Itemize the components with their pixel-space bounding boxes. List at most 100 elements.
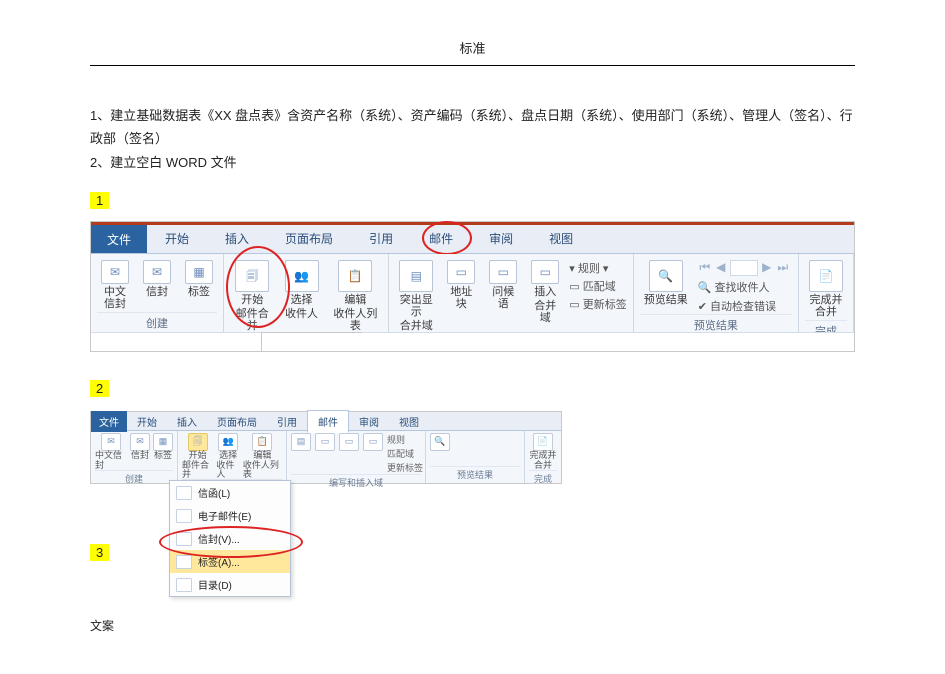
recipients-icon: 👥 bbox=[285, 260, 319, 292]
btn-finish-merge[interactable]: 📄 完成并合并 bbox=[805, 258, 847, 320]
group-write-insert-fields: ▤ 突出显示 合并域 ▭ 地址块 ▭ 问候语 ▭ 插入 bbox=[389, 254, 633, 332]
group-create: ✉中文信封 ✉信封 ▦标签 创建 bbox=[91, 431, 178, 483]
group-write-insert-fields: ▤ ▭ ▭ ▭ 规则 匹配域 更新标签 编写和插入域 bbox=[287, 431, 426, 483]
opt-match-fields[interactable]: ▭ 匹配域 bbox=[569, 278, 626, 294]
btn-select-recipients[interactable]: 👥 选择 收件人 bbox=[281, 258, 323, 334]
btn-labels[interactable]: ▦ 标签 bbox=[181, 258, 217, 312]
tab-review[interactable]: 审阅 bbox=[349, 411, 389, 432]
word-ribbon-small: 文件 开始 插入 页面布局 引用 邮件 审阅 视图 ✉中文信封 ✉信封 ▦标签 … bbox=[90, 411, 562, 484]
tab-home[interactable]: 开始 bbox=[127, 411, 167, 432]
btn-highlight-merge-fields[interactable]: ▤ 突出显示 合并域 bbox=[395, 258, 437, 334]
btn-highlight-merge-fields[interactable]: ▤ bbox=[291, 433, 311, 451]
doc-area-top bbox=[91, 332, 854, 351]
menu-item-directory[interactable]: 目录(D) bbox=[170, 573, 290, 596]
btn-label: 中文信封 bbox=[101, 286, 129, 310]
greeting-icon: ▭ bbox=[489, 260, 517, 284]
btn-label: 突出显示 bbox=[399, 294, 433, 318]
envelope-icon: ✉ bbox=[130, 433, 150, 451]
btn-label: 邮件合并 bbox=[234, 308, 271, 332]
tab-file[interactable]: 文件 bbox=[91, 225, 147, 253]
menu-item-letters[interactable]: 信函(L) bbox=[170, 481, 290, 504]
menu-item-envelopes[interactable]: 信封(V)... bbox=[170, 527, 290, 550]
nav-first-icon[interactable]: ⏮ bbox=[698, 260, 712, 274]
opt-update-labels[interactable]: 更新标签 bbox=[387, 461, 423, 474]
nav-next-icon[interactable]: ▶ bbox=[760, 260, 774, 274]
nav-prev-icon[interactable]: ◀ bbox=[714, 260, 728, 274]
btn-edit-recipient-list[interactable]: 📋 编辑 收件人列表 bbox=[329, 258, 383, 334]
tab-review[interactable]: 审阅 bbox=[471, 224, 531, 253]
opt-rules[interactable]: ▾ 规则 ▾ bbox=[569, 260, 626, 276]
btn-preview-results[interactable]: 🔍 预览结果 bbox=[640, 258, 692, 308]
btn-select-recipients[interactable]: 👥选择收件人 bbox=[216, 433, 240, 479]
btn-envelope[interactable]: ✉信封 bbox=[130, 433, 150, 470]
group-label: 创建 bbox=[95, 470, 173, 487]
tab-layout[interactable]: 页面布局 bbox=[207, 411, 267, 432]
tab-mailings[interactable]: 邮件 bbox=[307, 410, 349, 433]
btn-label: 插入 bbox=[534, 286, 556, 298]
btn-greeting-line[interactable]: ▭ 问候语 bbox=[485, 258, 521, 312]
tab-view[interactable]: 视图 bbox=[389, 411, 429, 432]
btn-label: 预览结果 bbox=[644, 294, 688, 306]
intro-line-1: 1、建立基础数据表《XX 盘点表》含资产名称（系统）、资产编码（系统）、盘点日期… bbox=[90, 104, 855, 151]
menu-item-labels[interactable]: 标签(A)... bbox=[170, 550, 290, 573]
highlight-icon: ▤ bbox=[291, 433, 311, 451]
btn-address-block[interactable]: ▭ 地址块 bbox=[443, 258, 479, 312]
btn-label: 收件人 bbox=[285, 308, 318, 320]
btn-edit-recipient-list[interactable]: 📋编辑收件人列表 bbox=[243, 433, 282, 479]
recipients-icon: 👥 bbox=[218, 433, 238, 451]
group-label: 编写和插入域 bbox=[291, 474, 421, 491]
btn-insert-merge-field[interactable]: ▭ bbox=[363, 433, 383, 451]
intro-line-2: 2、建立空白 WORD 文件 bbox=[90, 151, 855, 174]
mailmerge-icon: 🗐 bbox=[188, 433, 208, 451]
intro-block: 1、建立基础数据表《XX 盘点表》含资产名称（系统）、资产编码（系统）、盘点日期… bbox=[90, 104, 855, 174]
group-label: 完成 bbox=[529, 470, 557, 487]
opt-find-recipient[interactable]: 🔍 查找收件人 bbox=[698, 279, 790, 295]
tab-mailings[interactable]: 邮件 bbox=[411, 224, 471, 253]
highlight-icon: ▤ bbox=[399, 260, 433, 292]
btn-chinese-envelope[interactable]: ✉ 中文信封 bbox=[97, 258, 133, 312]
tab-references[interactable]: 引用 bbox=[267, 411, 307, 432]
btn-address-block[interactable]: ▭ bbox=[315, 433, 335, 451]
btn-label: 合并域 bbox=[400, 320, 433, 332]
step-marker-2: 2 bbox=[90, 380, 109, 397]
nav-last-icon[interactable]: ⏭ bbox=[776, 260, 790, 274]
menu-item-email[interactable]: 电子邮件(E) bbox=[170, 504, 290, 527]
opt-match-fields[interactable]: 匹配域 bbox=[387, 447, 423, 460]
ribbon-body: ✉ 中文信封 ✉ 信封 ▦ 标签 创建 bbox=[91, 254, 854, 332]
btn-envelope[interactable]: ✉ 信封 bbox=[139, 258, 175, 312]
btn-greeting-line[interactable]: ▭ bbox=[339, 433, 359, 451]
btn-preview-results[interactable]: 🔍 bbox=[430, 433, 450, 451]
btn-insert-merge-field[interactable]: ▭ 插入 合并域 bbox=[527, 258, 563, 326]
opt-auto-check-errors[interactable]: ✔ 自动检查错误 bbox=[698, 298, 790, 314]
group-start-mailmerge: 🗐开始邮件合并 👥选择收件人 📋编辑收件人列表 开始邮件合并 bbox=[178, 431, 287, 483]
preview-icon: 🔍 bbox=[649, 260, 683, 292]
page-title: 标准 bbox=[0, 20, 945, 65]
btn-label: 收件人列表 bbox=[333, 308, 379, 332]
tab-layout[interactable]: 页面布局 bbox=[267, 224, 351, 253]
nav-record-field[interactable] bbox=[730, 260, 758, 276]
btn-start-mailmerge[interactable]: 🗐 开始 邮件合并 bbox=[230, 258, 275, 334]
tab-references[interactable]: 引用 bbox=[351, 224, 411, 253]
tab-view[interactable]: 视图 bbox=[531, 224, 591, 253]
tab-insert[interactable]: 插入 bbox=[167, 411, 207, 432]
group-start-mailmerge: 🗐 开始 邮件合并 👥 选择 收件人 📋 编辑 收件人列表 bbox=[224, 254, 389, 332]
tab-file[interactable]: 文件 bbox=[91, 411, 127, 432]
tab-home[interactable]: 开始 bbox=[147, 224, 207, 253]
group-finish: 📄 完成并合并 完成 bbox=[799, 254, 854, 332]
mailmerge-dropdown-menu: 信函(L) 电子邮件(E) 信封(V)... 标签(A)... 目录(D) bbox=[169, 480, 291, 597]
btn-label: 合并域 bbox=[531, 300, 559, 324]
btn-finish-merge[interactable]: 📄完成并合并 bbox=[529, 433, 556, 470]
btn-chinese-envelope[interactable]: ✉中文信封 bbox=[95, 433, 127, 470]
opt-update-labels[interactable]: ▭ 更新标签 bbox=[569, 296, 626, 312]
btn-label: 地址块 bbox=[447, 286, 475, 310]
finish-icon: 📄 bbox=[809, 260, 843, 292]
labels-icon: ▦ bbox=[153, 433, 173, 451]
directory-icon bbox=[176, 578, 192, 592]
tab-insert[interactable]: 插入 bbox=[207, 224, 267, 253]
btn-labels[interactable]: ▦标签 bbox=[153, 433, 173, 470]
finish-icon: 📄 bbox=[533, 433, 553, 451]
btn-start-mailmerge[interactable]: 🗐开始邮件合并 bbox=[182, 433, 213, 479]
title-rule bbox=[90, 65, 855, 66]
opt-rules[interactable]: 规则 bbox=[387, 433, 423, 446]
group-create: ✉ 中文信封 ✉ 信封 ▦ 标签 创建 bbox=[91, 254, 224, 332]
